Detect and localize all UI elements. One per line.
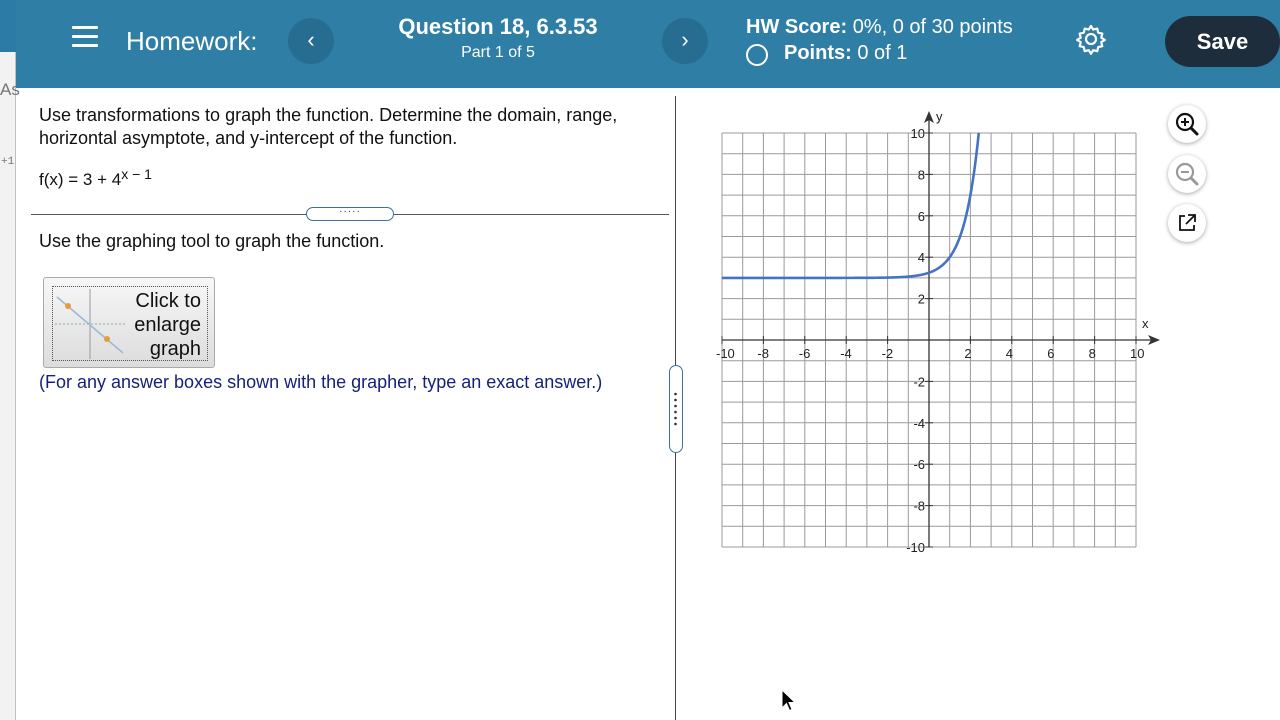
y-tick-label: 8 bbox=[918, 167, 925, 182]
y-tick-label: -10 bbox=[906, 540, 925, 555]
answer-note: (For any answer boxes shown with the gra… bbox=[39, 372, 603, 392]
vertical-divider-handle[interactable] bbox=[669, 365, 683, 453]
x-tick-label: 8 bbox=[1089, 346, 1096, 361]
function-definition: f(x) = 3 + 4x − 1 bbox=[39, 166, 152, 190]
hw-score: HW Score: 0%, 0 of 30 points bbox=[746, 16, 1013, 39]
x-tick-label: 2 bbox=[964, 346, 971, 361]
x-tick-label: -6 bbox=[799, 346, 811, 361]
y-tick-label: -2 bbox=[913, 374, 925, 389]
chevron-left-icon: ‹ bbox=[307, 27, 315, 52]
x-axis-label: x bbox=[1142, 316, 1149, 331]
y-tick-label: -6 bbox=[913, 457, 925, 472]
points-status-circle-icon bbox=[746, 44, 768, 66]
question-part: Part 1 of 5 bbox=[461, 44, 535, 61]
zoom-in-icon bbox=[1175, 112, 1199, 136]
settings-gear-icon[interactable] bbox=[1074, 22, 1108, 56]
instruction-text: Use the graphing tool to graph the funct… bbox=[39, 231, 385, 251]
y-tick-label: -4 bbox=[913, 416, 925, 431]
x-tick-label: 4 bbox=[1006, 346, 1013, 361]
zoom-out-icon bbox=[1175, 162, 1199, 186]
divider-drag-handle[interactable]: ····· bbox=[306, 207, 394, 221]
y-axis-label: y bbox=[936, 109, 943, 124]
x-tick-label: -2 bbox=[882, 346, 894, 361]
zoom-out-button[interactable] bbox=[1168, 155, 1206, 193]
points-value: 0 of 1 bbox=[857, 42, 908, 64]
coordinate-graph[interactable]: -10 -8 -6 -4 -2 2 4 6 8 10 10 8 6 4 2 -2 -4 -6 -8 -10 x y bbox=[700, 100, 1170, 560]
left-edge-text-small: +1 bbox=[1, 156, 15, 168]
points-label: Points: bbox=[784, 42, 852, 64]
function-curve bbox=[722, 132, 981, 280]
x-tick-label: 10 bbox=[1130, 346, 1144, 361]
enlarge-graph-label: Click to enlarge graph bbox=[134, 290, 201, 360]
mouse-cursor-icon bbox=[781, 689, 797, 712]
y-tick-label: 10 bbox=[911, 126, 925, 141]
x-tick-label: -8 bbox=[757, 346, 769, 361]
hamburger-menu-icon[interactable] bbox=[72, 26, 98, 52]
save-button[interactable]: Save bbox=[1165, 16, 1280, 67]
question-title: Question 18, 6.3.53 bbox=[398, 14, 598, 39]
left-edge-strip: As +1 bbox=[0, 0, 20, 720]
y-tick-label: 2 bbox=[918, 292, 925, 307]
function-base: f(x) = 3 + 4 bbox=[39, 170, 122, 189]
points: Points: 0 of 1 bbox=[784, 42, 907, 65]
x-tick-label: 6 bbox=[1047, 346, 1054, 361]
previous-question-button[interactable]: ‹ bbox=[288, 18, 334, 64]
question-prompt: Use transformations to graph the functio… bbox=[39, 105, 618, 148]
next-question-button[interactable]: › bbox=[662, 18, 708, 64]
y-tick-label: 4 bbox=[918, 250, 925, 265]
left-edge-header-fragment bbox=[0, 0, 16, 52]
top-header: Homework: ‹ Question 18, 6.3.53 Part 1 o… bbox=[16, 0, 1280, 88]
enlarge-button-frame: Click to enlarge graph bbox=[52, 286, 208, 361]
homework-label: Homework: bbox=[126, 26, 258, 56]
x-tick-label: -4 bbox=[840, 346, 852, 361]
hw-score-label: HW Score: bbox=[746, 16, 848, 38]
enlarge-graph-button[interactable]: Click to enlarge graph bbox=[43, 277, 215, 368]
x-tick-label: -10 bbox=[716, 346, 735, 361]
zoom-in-button[interactable] bbox=[1168, 105, 1206, 143]
popout-graph-button[interactable] bbox=[1168, 204, 1206, 242]
y-tick-label: 6 bbox=[918, 209, 925, 224]
external-link-icon bbox=[1179, 214, 1196, 231]
chevron-right-icon: › bbox=[681, 27, 689, 52]
function-exponent: x − 1 bbox=[121, 166, 152, 182]
hw-score-value: 0%, 0 of 30 points bbox=[852, 16, 1013, 38]
y-tick-label: -8 bbox=[913, 499, 925, 514]
